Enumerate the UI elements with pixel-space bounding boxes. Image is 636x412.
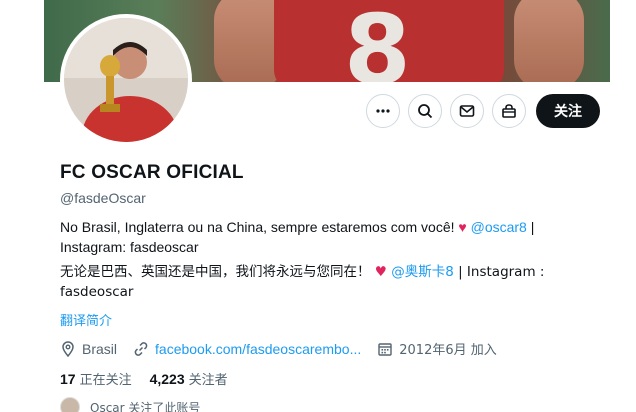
bio-text: No Brasil, Inglaterra ou na China, sempr… <box>60 219 459 235</box>
profile-actions: 关注 <box>366 94 600 128</box>
follow-button[interactable]: 关注 <box>536 94 600 128</box>
search-icon <box>418 104 433 119</box>
profile-display-name: FC OSCAR OFICIAL <box>60 162 244 183</box>
profile-handle: @fasdeOscar <box>60 190 146 206</box>
link-icon <box>134 341 148 356</box>
followers-stat[interactable]: 4,223 关注者 <box>150 369 228 388</box>
profile-stats: 17 正在关注 4,223 关注者 <box>60 369 246 388</box>
followers-count: 4,223 <box>149 371 185 387</box>
mail-icon <box>459 105 475 117</box>
avatar-photo <box>64 18 188 142</box>
banner-jersey-number: 8 <box>344 0 411 82</box>
search-button[interactable] <box>408 94 442 128</box>
calendar-icon <box>378 342 392 356</box>
profile-bio-portuguese: No Brasil, Inglaterra ou na China, sempr… <box>60 217 580 257</box>
website-link[interactable]: facebook.com/fasdeoscarembo... <box>155 341 361 357</box>
profile-avatar[interactable] <box>60 14 192 146</box>
location-item: Brasil <box>60 341 117 357</box>
following-label: 正在关注 <box>79 373 132 388</box>
heart-icon: ♥ <box>374 264 387 280</box>
website-item: facebook.com/fasdeoscarembo... <box>133 341 361 357</box>
more-icon <box>376 109 390 113</box>
followed-by-text: Oscar 关注了此账号 <box>90 400 201 412</box>
mention-link[interactable]: @oscar8 <box>471 219 527 235</box>
banner-arm-right <box>514 0 584 82</box>
joined-text: 2012年6月 加入 <box>399 343 497 358</box>
heart-icon: ♥ <box>458 219 467 235</box>
followers-label: 关注者 <box>188 373 228 388</box>
message-button[interactable] <box>450 94 484 128</box>
followed-by-row[interactable]: Oscar 关注了此账号 <box>60 397 200 412</box>
bio-text-cn: 无论是巴西、英国还是中国，我们将永远与您同在！ <box>60 264 375 280</box>
follower-avatar <box>60 397 80 412</box>
shop-icon <box>502 104 516 118</box>
joined-item: 2012年6月 加入 <box>377 339 497 358</box>
location-icon <box>62 340 74 357</box>
following-count: 17 <box>60 371 76 387</box>
following-stat[interactable]: 17 正在关注 <box>60 369 132 388</box>
location-text: Brasil <box>82 340 118 357</box>
mention-link-cn[interactable]: @奥斯卡8 <box>391 264 454 280</box>
shop-button[interactable] <box>492 94 526 128</box>
more-options-button[interactable] <box>366 94 400 128</box>
profile-meta: Brasil facebook.com/fasdeoscarembo... 20… <box>60 339 513 358</box>
translate-bio-link[interactable]: 翻译简介 <box>60 310 112 329</box>
profile-bio-chinese: 无论是巴西、英国还是中国，我们将永远与您同在！ ♥ @奥斯卡8 | Instag… <box>60 262 580 302</box>
